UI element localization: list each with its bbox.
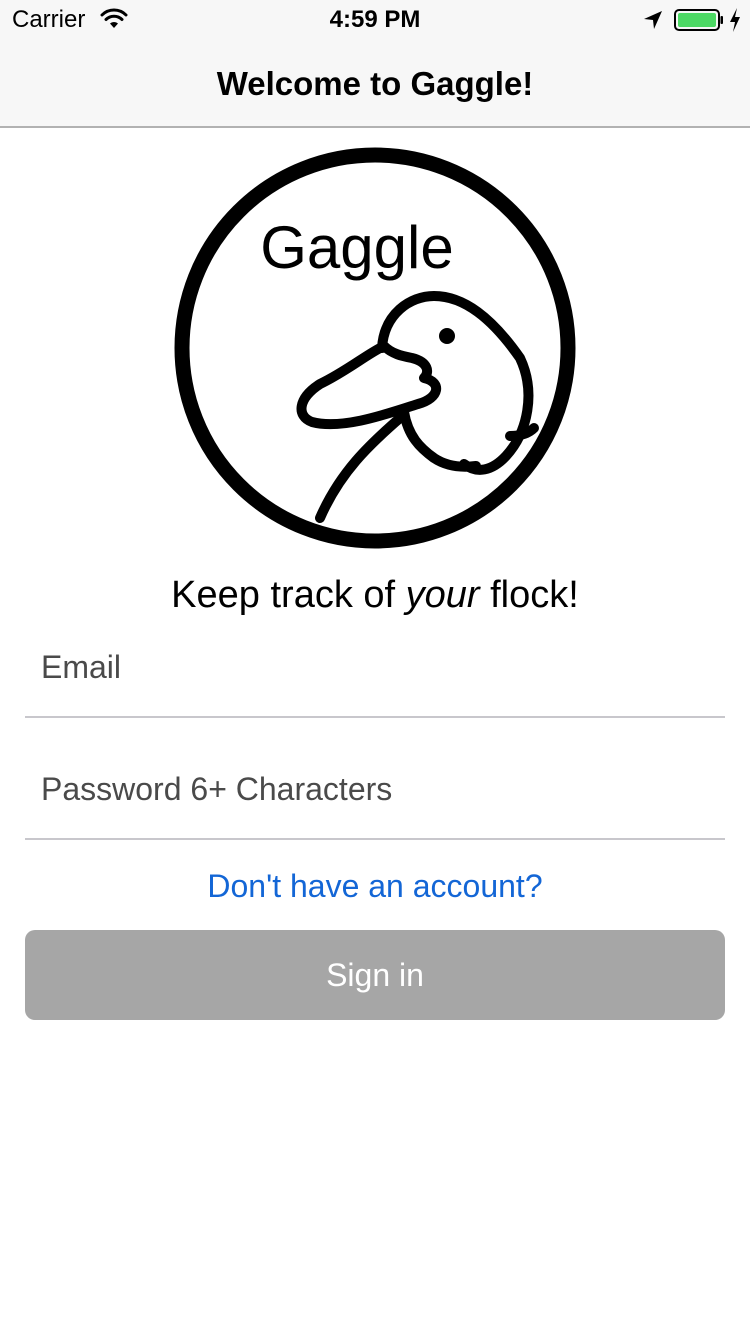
password-field-container (25, 720, 725, 840)
goose-eye (439, 328, 455, 344)
battery-icon (674, 9, 723, 31)
top-bar: Carrier 4:59 PM Welcome to Gaggle! (0, 0, 750, 128)
status-bar: Carrier 4:59 PM (0, 0, 750, 40)
status-time: 4:59 PM (329, 6, 421, 33)
email-input[interactable] (41, 642, 725, 692)
goose-head-icon (296, 291, 539, 523)
nav-title: Welcome to Gaggle! (216, 65, 534, 102)
location-arrow-icon (644, 11, 662, 29)
password-input[interactable] (41, 764, 725, 814)
signup-link[interactable]: Don't have an account? (0, 864, 750, 908)
charging-bolt-icon (730, 8, 740, 32)
login-screen: Carrier 4:59 PM Welcome to Gaggle! Gaggl… (0, 0, 750, 1334)
gaggle-logo: Gaggle (174, 147, 576, 549)
logo-text: Gaggle (260, 214, 453, 281)
email-field-container (25, 598, 725, 718)
sign-in-button[interactable]: Sign in (25, 930, 725, 1020)
